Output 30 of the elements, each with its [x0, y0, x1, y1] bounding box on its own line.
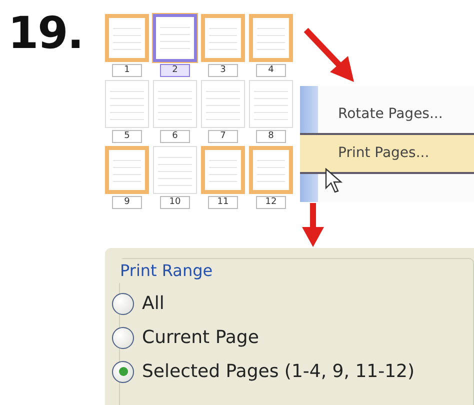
step-number: 19.: [8, 12, 84, 61]
page-number: 11: [208, 196, 238, 209]
page-number: 12: [256, 196, 286, 209]
radio-label: Selected Pages (1-4, 9, 11-12): [142, 360, 415, 384]
page-thumbnail[interactable]: [105, 14, 149, 62]
page-thumbnail[interactable]: [201, 14, 245, 62]
page-number: 10: [160, 196, 190, 209]
radio-button[interactable]: [112, 360, 134, 382]
menu-item[interactable]: Rotate Pages...: [318, 96, 474, 133]
page-number: 9: [112, 196, 142, 209]
page-thumbnail[interactable]: [153, 14, 197, 62]
page-thumbnail[interactable]: [249, 146, 293, 194]
page-thumbnail[interactable]: [105, 146, 149, 194]
page-number: 1: [112, 64, 142, 77]
page-number: 8: [256, 130, 286, 143]
radio-label: Current Page: [142, 326, 259, 350]
cursor-icon: [325, 168, 343, 194]
page-number: 4: [256, 64, 286, 77]
page-number: 7: [208, 130, 238, 143]
page-thumbnail[interactable]: [201, 146, 245, 194]
radio-button[interactable]: [112, 292, 134, 314]
radio-label: All: [142, 292, 164, 316]
menu-item[interactable]: Print Pages...: [300, 133, 474, 174]
page-number: 6: [160, 130, 190, 143]
page-number: 5: [112, 130, 142, 143]
page-number: 3: [208, 64, 238, 77]
arrow-icon: [302, 203, 324, 247]
page-thumbnail[interactable]: [249, 14, 293, 62]
page-number: 2: [160, 64, 190, 77]
radio-button[interactable]: [112, 326, 134, 348]
